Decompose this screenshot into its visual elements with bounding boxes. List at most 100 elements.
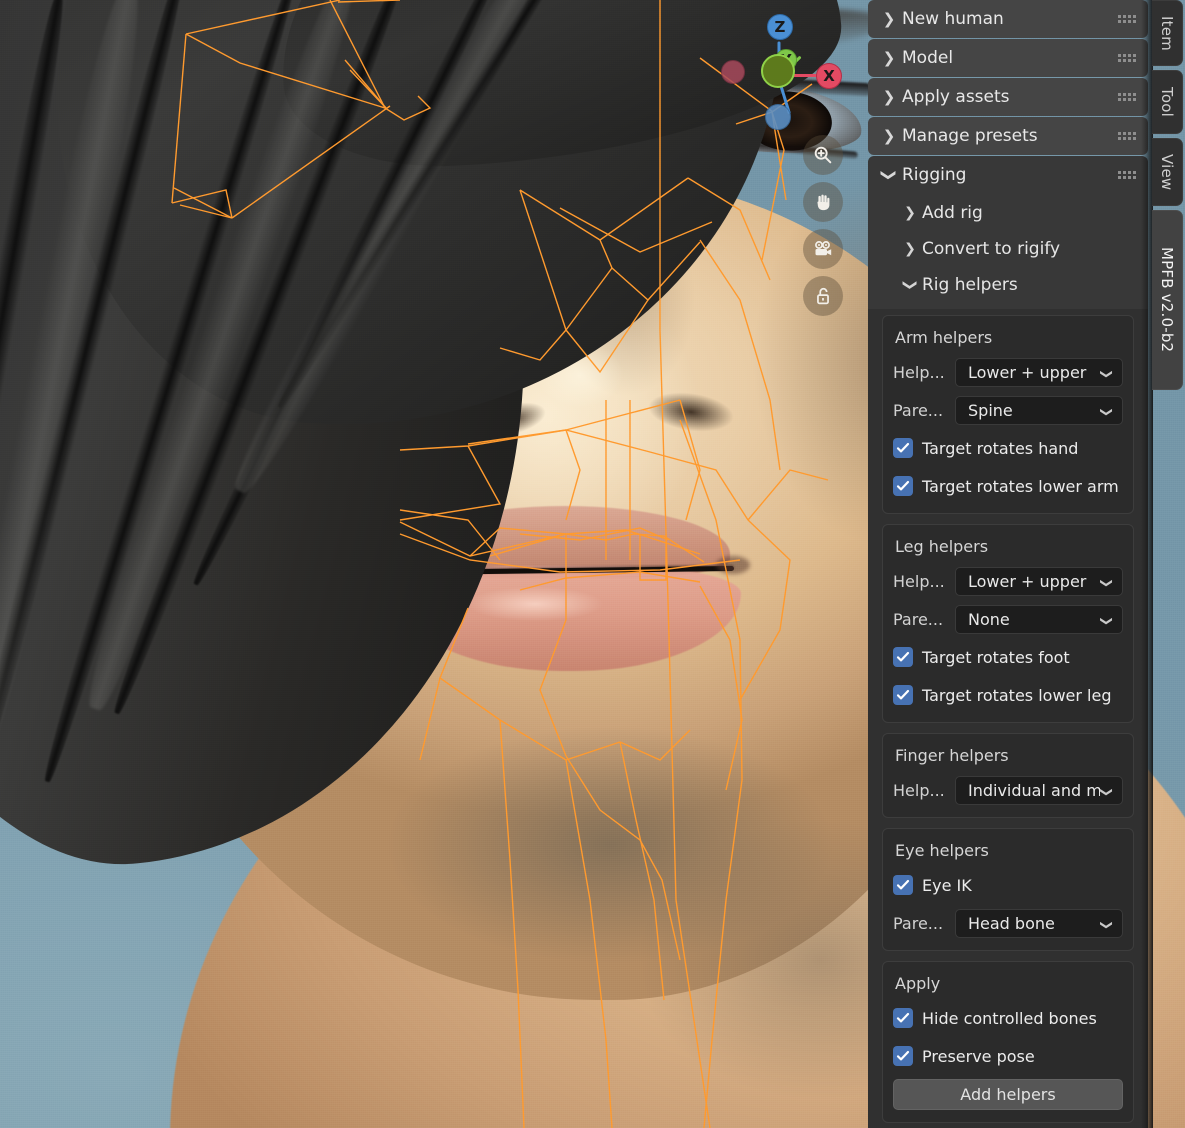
blender-window: Z X Y [0,0,1185,1128]
gizmo-axis-neg-z[interactable] [765,104,791,130]
gizmo-axis-neg-x[interactable] [721,60,745,84]
row-arm-helpers-parent: Pare... Spine ❯ [893,395,1123,425]
tab-tool[interactable]: Tool [1152,70,1183,134]
hand-pan-icon[interactable] [803,182,843,222]
row-leg-helpers-mode: Help... Lower + upper ❯ [893,566,1123,596]
checkbox-label: Target rotates foot [922,647,1070,667]
checkbox-target-rotates-hand[interactable]: Target rotates hand [893,433,1123,463]
checkbox-preserve-pose[interactable]: Preserve pose [893,1041,1123,1071]
panel-drag-handle[interactable] [1118,15,1136,23]
tab-label: Tool [1158,87,1176,117]
card-title: Leg helpers [895,537,989,556]
panel-header-apply-assets[interactable]: ❯ Apply assets [868,78,1148,116]
select-leg-helpers-parent[interactable]: None ❯ [955,604,1123,634]
checkmark-icon [893,1008,913,1028]
select-value: Lower + upper [968,571,1087,591]
gizmo-axis-neg-y[interactable] [761,54,795,88]
card-arm-helpers: Arm helpers Help... Lower + upper ❯ Pare… [882,315,1134,514]
subpanel-title: Rig helpers [922,275,1018,295]
checkbox-target-rotates-foot[interactable]: Target rotates foot [893,642,1123,672]
chevron-down-icon: ❯ [902,279,918,291]
chevron-down-icon: ❯ [1100,919,1114,930]
chevron-right-icon: ❯ [882,49,896,67]
checkbox-label: Target rotates lower leg [922,685,1112,705]
gizmo-axis-z[interactable]: Z [767,14,793,40]
card-eye-helpers: Eye helpers Eye IK Pare... Head bone ❯ [882,828,1134,951]
checkbox-eye-ik[interactable]: Eye IK [893,870,1123,900]
sidebar-tab-strip[interactable]: Item Tool View MPFB v2.0-b2 [1152,0,1185,1128]
chevron-right-icon: ❯ [882,10,896,28]
select-value: Head bone [968,913,1055,933]
checkbox-label: Preserve pose [922,1046,1035,1066]
unlock-padlock-icon[interactable] [803,276,843,316]
panel-title: Apply assets [902,87,1010,107]
select-value: None [968,609,1010,629]
n-panel-sidebar[interactable]: ❯ New human ❯ Model ❯ Apply assets ❯ Man… [868,0,1148,1128]
panel-header-rigging[interactable]: ❯ Rigging [868,156,1148,194]
checkbox-label: Target rotates hand [922,438,1079,458]
checkbox-label: Target rotates lower arm [922,476,1119,496]
panel-drag-handle[interactable] [1118,54,1136,62]
checkbox-label: Eye IK [922,875,972,895]
checkmark-icon [893,685,913,705]
checkmark-icon [893,1046,913,1066]
select-value: Individual and m... [968,780,1100,800]
subpanel-title: Add rig [922,203,983,223]
checkbox-target-rotates-lower-arm[interactable]: Target rotates lower arm [893,471,1123,501]
zoom-in-icon[interactable] [803,135,843,175]
checkmark-icon [893,438,913,458]
panel-drag-handle[interactable] [1118,171,1136,179]
card-title: Apply [895,974,941,993]
panel-header-model[interactable]: ❯ Model [868,39,1148,77]
field-label: Pare... [893,913,944,933]
card-finger-helpers: Finger helpers Help... Individual and m.… [882,733,1134,818]
field-label: Help... [893,362,945,382]
checkbox-target-rotates-lower-leg[interactable]: Target rotates lower leg [893,680,1123,710]
chevron-right-icon: ❯ [882,88,896,106]
tab-label: MPFB v2.0-b2 [1158,247,1176,353]
chevron-down-icon: ❯ [1100,368,1114,379]
camera-icon[interactable] [803,229,843,269]
select-eye-helpers-parent[interactable]: Head bone ❯ [955,908,1123,938]
tab-view[interactable]: View [1152,138,1183,206]
rig-helpers-body: Arm helpers Help... Lower + upper ❯ Pare… [868,309,1148,1128]
card-title: Arm helpers [895,328,993,347]
checkbox-hide-controlled-bones[interactable]: Hide controlled bones [893,1003,1123,1033]
panel-title: Manage presets [902,126,1038,146]
checkbox-label: Hide controlled bones [922,1008,1097,1028]
tab-mpfb[interactable]: MPFB v2.0-b2 [1152,210,1183,390]
subpanel-header-add-rig[interactable]: ❯ Add rig [868,195,1148,231]
row-arm-helpers-mode: Help... Lower + upper ❯ [893,357,1123,387]
select-leg-helpers-mode[interactable]: Lower + upper ❯ [955,566,1123,596]
panel-header-manage-presets[interactable]: ❯ Manage presets [868,117,1148,155]
checkmark-icon [893,647,913,667]
select-arm-helpers-mode[interactable]: Lower + upper ❯ [955,357,1123,387]
add-helpers-button[interactable]: Add helpers [893,1079,1123,1110]
panel-drag-handle[interactable] [1118,132,1136,140]
tab-item[interactable]: Item [1152,0,1183,66]
select-arm-helpers-parent[interactable]: Spine ❯ [955,395,1123,425]
chevron-down-icon: ❯ [1100,615,1114,626]
card-apply: Apply Hide controlled bones Preserve pos… [882,961,1134,1123]
panel-header-new-human[interactable]: ❯ New human [868,0,1148,38]
row-leg-helpers-parent: Pare... None ❯ [893,604,1123,634]
checkmark-icon [893,476,913,496]
navigation-gizmo[interactable]: Z X Y [721,0,870,160]
gizmo-axis-x[interactable]: X [816,63,842,89]
subpanel-header-convert-to-rigify[interactable]: ❯ Convert to rigify [868,231,1148,267]
chevron-down-icon: ❯ [880,168,898,182]
field-label: Help... [893,780,945,800]
field-label: Pare... [893,400,944,420]
chevron-down-icon: ❯ [1100,577,1114,588]
panel-title: Model [902,48,954,68]
subpanel-title: Convert to rigify [922,239,1061,259]
select-value: Lower + upper [968,362,1087,382]
select-value: Spine [968,400,1013,420]
chevron-down-icon: ❯ [1100,786,1114,797]
select-finger-helpers-mode[interactable]: Individual and m... ❯ [955,775,1123,805]
subpanel-header-rig-helpers[interactable]: ❯ Rig helpers [868,267,1148,303]
chevron-right-icon: ❯ [904,205,916,221]
chevron-right-icon: ❯ [882,127,896,145]
field-label: Pare... [893,609,944,629]
panel-drag-handle[interactable] [1118,93,1136,101]
